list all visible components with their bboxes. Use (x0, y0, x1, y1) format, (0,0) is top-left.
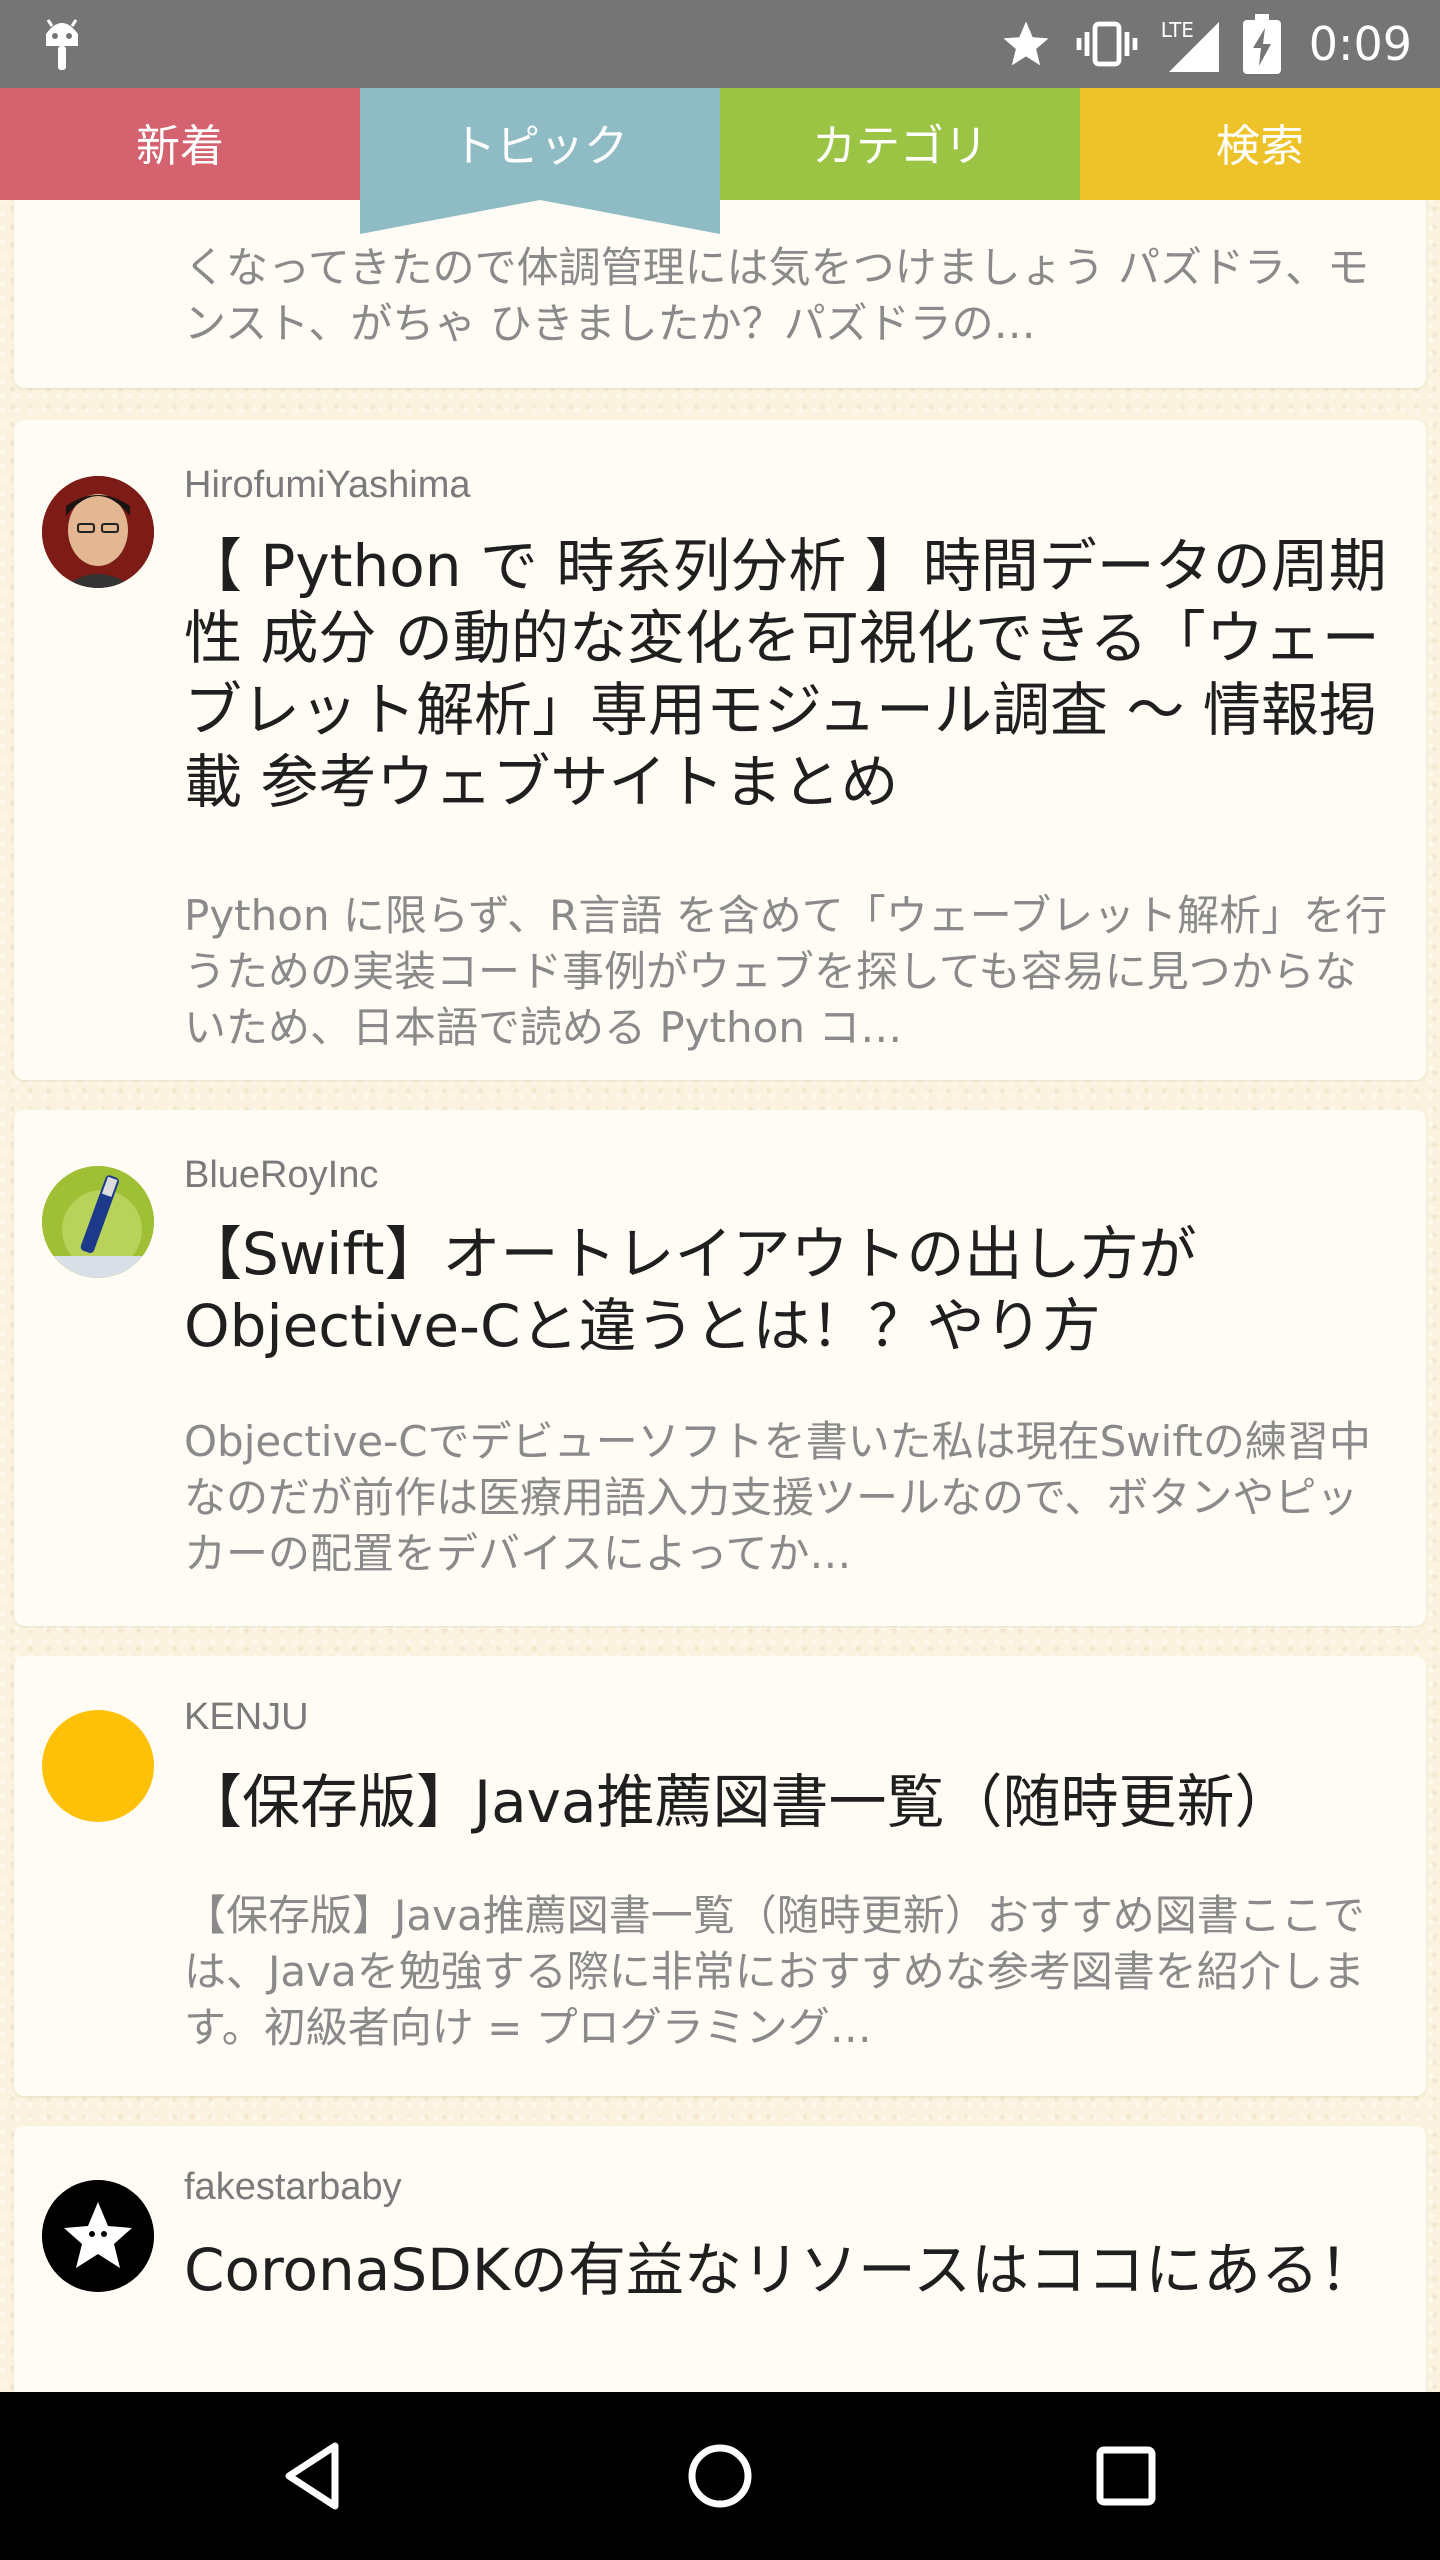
back-icon[interactable] (275, 2436, 355, 2516)
clock: 0:09 (1308, 17, 1412, 71)
vibrate-icon (1076, 21, 1138, 67)
article-card[interactable]: KENJU 【保存版】Java推薦図書一覧（随時更新） 【保存版】Java推薦図… (14, 1656, 1426, 2096)
pen-photo-icon (42, 1166, 154, 1278)
tab-search[interactable]: 検索 (1080, 88, 1440, 200)
article-card[interactable]: HirofumiYashima 【 Python で 時系列分析 】時間データの… (14, 420, 1426, 1080)
avatar[interactable] (42, 1710, 154, 1822)
home-icon[interactable] (680, 2436, 760, 2516)
article-title: 【Swift】オートレイアウトの出し方がObjective-Cと違うとは！？やり… (184, 1220, 1197, 1360)
active-tab-indicator (360, 200, 720, 234)
article-excerpt: 【保存版】Java推薦図書一覧（随時更新）おすすめ図書ここでは、Javaを勉強す… (184, 1891, 1365, 2052)
tab-bar: 新着 トピック カテゴリ 検索 (0, 88, 1440, 234)
article-feed[interactable]: くなってきたので体調管理には気をつけましょう パズドラ、モンスト、がちゃ ひきま… (0, 200, 1440, 2392)
person-photo-icon (42, 476, 154, 588)
recents-icon[interactable] (1086, 2436, 1166, 2516)
system-nav-bar (0, 2392, 1440, 2560)
tab-label: 検索 (1216, 121, 1304, 172)
tab-new[interactable]: 新着 (0, 88, 360, 200)
article-card[interactable]: くなってきたので体調管理には気をつけましょう パズドラ、モンスト、がちゃ ひきま… (14, 200, 1426, 388)
article-title: CoronaSDKの有益なリソースはココにある！ (184, 2236, 1377, 2304)
article-title: 【保存版】Java推薦図書一覧（随時更新） (184, 1768, 1293, 1836)
avatar[interactable] (42, 2180, 154, 2292)
status-bar: LTE 0:09 (0, 0, 1440, 88)
tab-label: 新着 (136, 121, 224, 172)
avatar[interactable] (42, 1166, 154, 1278)
tab-category[interactable]: カテゴリ (720, 88, 1080, 200)
star-icon (1003, 21, 1049, 66)
avatar[interactable] (42, 476, 154, 588)
article-author[interactable]: fakestarbaby (184, 2166, 402, 2209)
star-logo-icon (42, 2180, 154, 2292)
tab-label: トピック (452, 121, 628, 172)
battery-charging-icon (1242, 14, 1281, 74)
article-title: 【 Python で 時系列分析 】時間データの周期性 成分 の動的な変化を可視… (184, 532, 1387, 816)
article-card[interactable]: fakestarbaby CoronaSDKの有益なリソースはココにある！ (14, 2126, 1426, 2392)
article-excerpt: Python に限らず、R言語 を含めて「ウェーブレット解析」を行うための実装コ… (184, 891, 1388, 1052)
signal-icon: LTE (1161, 14, 1221, 74)
article-author[interactable]: HirofumiYashima (184, 464, 470, 507)
article-author[interactable]: BlueRoyInc (184, 1154, 378, 1197)
article-card[interactable]: BlueRoyInc 【Swift】オートレイアウトの出し方がObjective… (14, 1110, 1426, 1626)
tab-label: カテゴリ (812, 121, 988, 172)
article-author[interactable]: KENJU (184, 1696, 309, 1739)
article-excerpt: Objective-Cでデビューソフトを書いた私は現在Swiftの練習中なのだが… (184, 1417, 1371, 1578)
article-excerpt: くなってきたので体調管理には気をつけましょう パズドラ、モンスト、がちゃ ひきま… (184, 243, 1370, 348)
tab-topics[interactable]: トピック (360, 88, 720, 234)
android-icon (46, 19, 78, 70)
